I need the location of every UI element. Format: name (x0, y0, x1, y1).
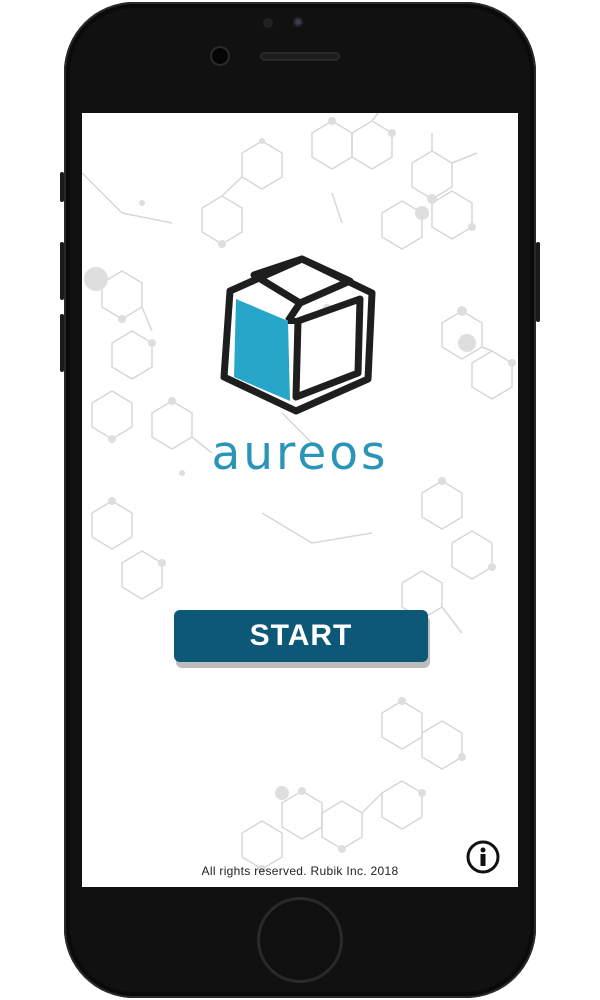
proximity-sensor (263, 18, 273, 28)
phone-volume-down-button (60, 314, 64, 372)
earpiece-speaker (260, 52, 340, 61)
phone-volume-up-button (60, 242, 64, 300)
cube-logo-icon (210, 241, 390, 421)
phone-power-button (536, 242, 540, 322)
front-camera (212, 48, 228, 64)
phone-mute-switch (60, 172, 64, 202)
info-icon[interactable] (466, 840, 500, 874)
molecule-background-pattern (82, 113, 516, 873)
front-sensor-icon (293, 17, 303, 27)
brand-name: aureos (211, 426, 389, 481)
home-button[interactable] (260, 900, 340, 980)
app-screen: aureos START All rights reserved. Rubik … (82, 113, 518, 887)
phone-frame: aureos START All rights reserved. Rubik … (60, 2, 540, 998)
start-button[interactable]: START (174, 610, 428, 662)
copyright-text: All rights reserved. Rubik Inc. 2018 (201, 864, 399, 878)
